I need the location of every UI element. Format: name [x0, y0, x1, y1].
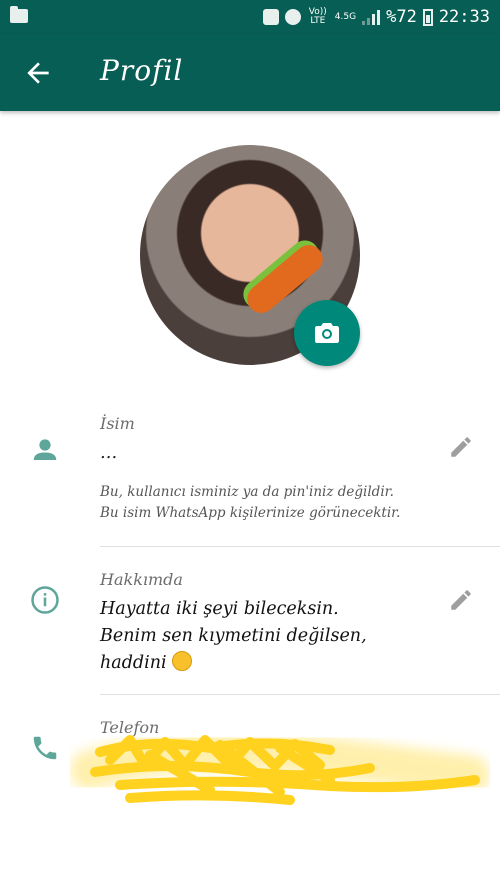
signal-icon — [362, 9, 381, 25]
status-bar: Vo)) LTE 4.5G %72 22:33 — [0, 0, 500, 34]
change-photo-button[interactable] — [294, 300, 360, 366]
phone-icon — [33, 736, 57, 760]
about-line2: Benim sen kıymetini değilsen, — [100, 626, 367, 646]
battery-percent: %72 — [386, 7, 417, 27]
name-hint: Bu, kullanıcı isminiz ya da pin'iniz değ… — [100, 482, 470, 524]
divider — [100, 546, 500, 547]
about-line3-wrap: haddini — [100, 650, 440, 677]
battery-icon — [422, 8, 433, 26]
app-bar: Profil — [0, 34, 500, 111]
page-title: Profil — [100, 54, 184, 87]
volte-label: Vo)) LTE — [308, 7, 327, 26]
upside-down-face-emoji-icon — [172, 651, 193, 671]
name-hint-line2: Bu isim WhatsApp kişilerinize görünecekt… — [100, 505, 401, 521]
edit-name-pencil-icon[interactable] — [448, 434, 474, 460]
about-text[interactable]: Hayatta iki şeyi bileceksin. Benim sen k… — [100, 596, 440, 677]
name-label: İsim — [100, 414, 135, 433]
back-arrow-icon[interactable] — [22, 57, 54, 89]
clock: 22:33 — [438, 7, 490, 27]
edit-about-pencil-icon[interactable] — [448, 587, 474, 613]
divider — [100, 694, 500, 695]
redaction-scribble — [70, 730, 490, 805]
about-line1: Hayatta iki şeyi bileceksin. — [100, 599, 339, 619]
folder-icon — [10, 6, 28, 23]
alarm-icon — [284, 9, 301, 25]
name-hint-line1: Bu, kullanıcı isminiz ya da pin'iniz değ… — [100, 484, 394, 500]
about-label: Hakkımda — [100, 570, 183, 589]
info-icon — [31, 586, 59, 614]
person-icon — [33, 439, 57, 460]
network-type-label: 4.5G — [334, 11, 357, 22]
battery-saver-icon — [262, 9, 279, 25]
camera-icon — [315, 323, 339, 343]
name-value[interactable]: ... — [100, 442, 117, 463]
about-line3: haddini — [100, 653, 167, 673]
status-icons: Vo)) LTE 4.5G %72 22:33 — [262, 5, 490, 29]
